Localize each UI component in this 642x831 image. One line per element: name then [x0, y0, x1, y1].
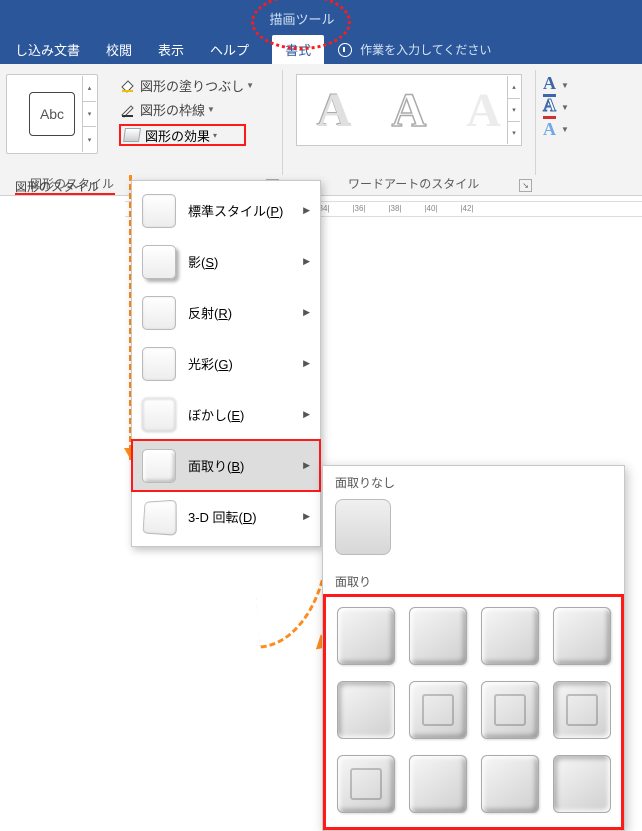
wordart-preset-2[interactable]: A	[392, 83, 427, 138]
shape-effects-menu: 標準スタイル(P) ▶ 影(S) ▶ 反射(R) ▶ 光彩(G) ▶ ぼかし(E…	[131, 180, 321, 547]
submenu-arrow-icon: ▶	[303, 358, 310, 369]
fx-preset-item[interactable]: 標準スタイル(P) ▶	[132, 185, 320, 236]
glow-thumb-icon	[142, 347, 176, 381]
fx-3drotation-item[interactable]: 3-D 回転(D) ▶	[132, 491, 320, 542]
fx-softedges-item[interactable]: ぼかし(E) ▶	[132, 389, 320, 440]
fx-bevel-label: 面取り(B)	[188, 456, 244, 475]
bevel-section-label: 面取り	[323, 565, 624, 594]
reflection-thumb-icon	[142, 296, 176, 330]
shape-style-preview: Abc	[29, 92, 75, 136]
tab-mailings[interactable]: し込み文書	[2, 35, 93, 64]
fx-shadow-item[interactable]: 影(S) ▶	[132, 236, 320, 287]
group-separator	[282, 70, 283, 175]
shape-effects-button[interactable]: 図形の効果 ▾	[119, 124, 246, 146]
tab-view[interactable]: 表示	[145, 35, 197, 64]
dropdown-icon: ▾	[213, 131, 217, 140]
shape-outline-label: 図形の枠線	[140, 100, 205, 119]
bevel-none-section-label: 面取りなし	[323, 466, 624, 495]
shape-styles-label-repeat: 図形のスタイル	[15, 178, 99, 195]
tab-help[interactable]: ヘルプ	[197, 35, 262, 64]
dropdown-icon: ▼	[246, 81, 254, 90]
fx-softedges-label: ぼかし(E)	[188, 405, 244, 424]
shape-fill-label: 図形の塗りつぶし	[140, 76, 244, 95]
wordart-styles-group-label: ワードアートのスタイル	[348, 175, 479, 192]
shape-fill-button[interactable]: 図形の塗りつぶし▼	[120, 76, 254, 95]
submenu-arrow-icon: ▶	[303, 409, 310, 420]
bevel-preset[interactable]	[481, 681, 539, 739]
bevel-preset[interactable]	[481, 607, 539, 665]
drawing-tools-contextual-tab: 描画ツール	[261, 2, 343, 35]
fx-bevel-item[interactable]: 面取り(B) ▶	[132, 440, 320, 491]
fx-3drotation-label: 3-D 回転(D)	[188, 507, 257, 526]
wordart-preset-3[interactable]: A	[466, 83, 501, 138]
bevel-preset[interactable]	[409, 607, 467, 665]
group-separator	[535, 70, 536, 175]
ribbon-body: Abc ▴▾▾ 図形の塗りつぶし▼ 図形の枠線▼ A A A ▴▾▾ A▼ A▼…	[0, 64, 642, 196]
tab-format-active[interactable]: 書式	[272, 35, 324, 64]
submenu-arrow-icon: ▶	[303, 307, 310, 318]
fx-shadow-label: 影(S)	[188, 252, 218, 271]
fx-reflection-item[interactable]: 反射(R) ▶	[132, 287, 320, 338]
dropdown-icon: ▼	[207, 105, 215, 114]
gallery-spinner[interactable]: ▴▾▾	[507, 76, 520, 144]
bevel-preset[interactable]	[337, 755, 395, 813]
text-fill-button[interactable]: A▼	[543, 74, 569, 96]
submenu-arrow-icon: ▶	[303, 256, 310, 267]
text-tools-column: A▼ A▼ A▼	[543, 74, 569, 140]
text-outline-icon: A	[543, 95, 556, 119]
wordart-preset-1[interactable]: A	[317, 83, 352, 138]
annotation-red-box	[323, 594, 624, 830]
fx-glow-label: 光彩(G)	[188, 354, 233, 373]
softedges-thumb-icon	[142, 398, 176, 432]
bucket-icon	[120, 78, 136, 94]
dialog-launcher-icon[interactable]: ↘	[519, 179, 532, 192]
gallery-spinner[interactable]: ▴▾▾	[82, 76, 96, 152]
shape-style-gallery[interactable]: Abc ▴▾▾	[6, 74, 98, 154]
submenu-arrow-icon: ▶	[303, 460, 310, 471]
shape-outline-button[interactable]: 図形の枠線▼	[120, 100, 215, 119]
bevel-preset[interactable]	[337, 607, 395, 665]
tab-review[interactable]: 校閲	[93, 35, 145, 64]
pen-icon	[120, 102, 136, 118]
ribbon-tab-row: し込み文書 校閲 表示 ヘルプ 書式 作業を入力してください	[0, 35, 642, 64]
tellme-input[interactable]: 作業を入力してください	[360, 41, 491, 58]
text-fill-icon: A	[543, 73, 556, 97]
text-outline-button[interactable]: A▼	[543, 96, 569, 118]
effects-icon	[123, 128, 141, 142]
fx-reflection-label: 反射(R)	[188, 303, 232, 322]
preset-thumb-icon	[142, 194, 176, 228]
bevel-preset[interactable]	[337, 681, 395, 739]
fx-preset-label: 標準スタイル(P)	[188, 201, 283, 220]
bevel-preset-grid	[334, 603, 613, 819]
bevel-thumb-icon	[142, 449, 176, 483]
bevel-submenu-panel: 面取りなし 面取り	[322, 465, 625, 831]
bevel-preset[interactable]	[553, 755, 611, 813]
bevel-preset[interactable]	[553, 681, 611, 739]
fx-glow-item[interactable]: 光彩(G) ▶	[132, 338, 320, 389]
submenu-arrow-icon: ▶	[303, 205, 310, 216]
text-effects-button[interactable]: A▼	[543, 118, 569, 140]
submenu-arrow-icon: ▶	[303, 511, 310, 522]
shape-effects-label: 図形の効果	[145, 126, 210, 145]
bevel-preset[interactable]	[409, 755, 467, 813]
text-effects-icon: A	[543, 119, 556, 140]
bevel-preset[interactable]	[553, 607, 611, 665]
rotation-thumb-icon	[142, 499, 176, 535]
shadow-thumb-icon	[142, 245, 176, 279]
wordart-gallery[interactable]: A A A ▴▾▾	[296, 74, 522, 146]
tellme-bulb-icon	[338, 43, 352, 57]
bevel-none-option[interactable]	[335, 499, 391, 555]
bevel-preset[interactable]	[481, 755, 539, 813]
bevel-preset[interactable]	[409, 681, 467, 739]
